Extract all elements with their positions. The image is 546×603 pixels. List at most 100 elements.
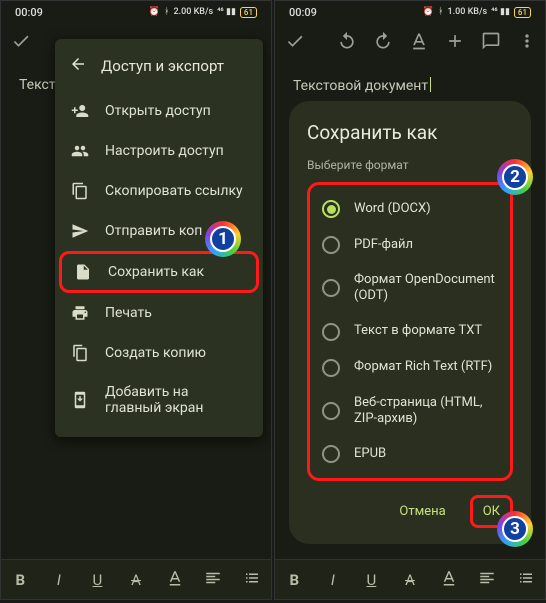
menu-item-add-home[interactable]: Добавить на главный экран: [55, 373, 263, 427]
menu-item-label: Добавить на главный экран: [105, 384, 247, 416]
battery-icon: 61: [240, 7, 257, 18]
status-icons: ⏰ ᚼ 1.00 KB/s ⁴⁶ ▮▮ 61: [423, 7, 531, 18]
radio-icon: [322, 323, 340, 341]
strike-button[interactable]: A: [121, 571, 151, 589]
cancel-button[interactable]: Отмена: [389, 498, 455, 525]
appbar: [275, 23, 545, 63]
add-icon[interactable]: [445, 31, 465, 55]
radio-icon: [322, 445, 340, 463]
signal-icon: ⁴⁶ ▮▮: [217, 7, 236, 17]
text-color-button[interactable]: [434, 569, 464, 591]
copy-icon: [71, 182, 89, 200]
dialog-title: Сохранить как: [307, 121, 513, 144]
statusbar: 00:09 ⏰ ᚼ 1.00 KB/s ⁴⁶ ▮▮ 61: [275, 1, 545, 23]
radio-option-docx[interactable]: Word (DOCX): [318, 191, 502, 227]
align-button[interactable]: [472, 569, 502, 591]
bold-button[interactable]: B: [5, 571, 35, 589]
align-button[interactable]: [198, 569, 228, 591]
menu-item-label: Открыть доступ: [105, 103, 211, 119]
radio-label: Веб-страница (HTML, ZIP-архив): [354, 395, 498, 428]
status-time: 00:09: [289, 6, 317, 19]
menu-item-copy-link[interactable]: Скопировать ссылку: [55, 171, 263, 211]
radio-icon: [322, 402, 340, 420]
radio-option-pdf[interactable]: PDF-файл: [318, 227, 502, 263]
radio-option-txt[interactable]: Текст в формате TXT: [318, 314, 502, 350]
person-add-icon: [71, 102, 89, 120]
radio-label: PDF-файл: [354, 237, 413, 253]
radio-icon: [322, 200, 340, 218]
more-icon[interactable]: [517, 31, 537, 55]
people-icon: [71, 142, 89, 160]
network-icon: 2.00 KB/s: [174, 7, 214, 17]
radio-icon: [322, 279, 340, 297]
text-format-icon[interactable]: [409, 31, 429, 55]
radio-label: EPUB: [354, 446, 386, 462]
statusbar: 00:09 ⏰ ᚼ 2.00 KB/s ⁴⁶ ▮▮ 61: [1, 1, 271, 23]
list-button[interactable]: [511, 569, 541, 591]
menu-header[interactable]: Доступ и экспорт: [55, 45, 263, 91]
save-as-dialog: Сохранить как Выберите формат Word (DOCX…: [289, 101, 531, 544]
radio-label: Word (DOCX): [354, 201, 431, 217]
list-button[interactable]: [237, 569, 267, 591]
radio-label: Формат Rich Text (RTF): [354, 359, 492, 375]
italic-button[interactable]: I: [44, 571, 74, 589]
callout-3: 3: [497, 511, 533, 547]
radio-icon: [322, 236, 340, 254]
radio-option-odt[interactable]: Формат OpenDocument (ODT): [318, 263, 502, 314]
callout-number: 3: [502, 516, 528, 542]
send-icon: [71, 222, 89, 240]
callout-number: 2: [502, 164, 528, 190]
callout-2: 2: [497, 159, 533, 195]
network-icon: 1.00 KB/s: [448, 7, 488, 17]
menu-item-label: Сохранить как: [108, 264, 204, 280]
alarm-icon: ⏰: [423, 7, 434, 17]
radio-icon: [322, 359, 340, 377]
menu-item-label: Скопировать ссылку: [105, 183, 243, 199]
callout-number: 1: [210, 226, 236, 252]
bluetooth-icon: ᚼ: [438, 7, 443, 17]
undo-icon[interactable]: [337, 31, 357, 55]
print-icon: [71, 304, 89, 322]
menu-item-make-copy[interactable]: Создать копию: [55, 333, 263, 373]
format-toolbar: B I U A: [1, 559, 271, 599]
dialog-subtitle: Выберите формат: [307, 158, 513, 172]
status-icons: ⏰ ᚼ 2.00 KB/s ⁴⁶ ▮▮ 61: [149, 7, 257, 18]
signal-icon: ⁴⁶ ▮▮: [491, 7, 510, 17]
underline-button[interactable]: U: [82, 571, 112, 589]
add-home-icon: [71, 391, 89, 409]
format-toolbar: B I U A: [275, 559, 545, 599]
italic-button[interactable]: I: [318, 571, 348, 589]
text-color-button[interactable]: [160, 569, 190, 591]
done-icon[interactable]: [285, 31, 305, 55]
radio-option-html[interactable]: Веб-страница (HTML, ZIP-архив): [318, 386, 502, 437]
status-time: 00:09: [15, 6, 43, 19]
menu-item-label: Отправить коп: [105, 223, 202, 239]
strike-button[interactable]: A: [395, 571, 425, 589]
radio-label: Текст в формате TXT: [354, 323, 482, 339]
back-icon[interactable]: [69, 55, 87, 77]
radio-option-rtf[interactable]: Формат Rich Text (RTF): [318, 350, 502, 386]
menu-item-save-as[interactable]: Сохранить как: [59, 251, 259, 293]
menu-item-manage-access[interactable]: Настроить доступ: [55, 131, 263, 171]
alarm-icon: ⏰: [149, 7, 160, 17]
phone-left: 00:09 ⏰ ᚼ 2.00 KB/s ⁴⁶ ▮▮ 61 Тексто Дост…: [0, 0, 272, 600]
redo-icon[interactable]: [373, 31, 393, 55]
menu-item-label: Настроить доступ: [105, 143, 224, 159]
file-copy-icon: [71, 344, 89, 362]
menu-item-print[interactable]: Печать: [55, 293, 263, 333]
bold-button[interactable]: B: [279, 571, 309, 589]
menu-item-label: Печать: [105, 305, 152, 321]
bluetooth-icon: ᚼ: [164, 7, 169, 17]
comment-icon[interactable]: [481, 31, 501, 55]
phone-right: 00:09 ⏰ ᚼ 1.00 KB/s ⁴⁶ ▮▮ 61 Текстовой д…: [274, 0, 546, 600]
done-icon[interactable]: [11, 31, 31, 55]
menu-header-label: Доступ и экспорт: [101, 57, 224, 75]
callout-1: 1: [205, 221, 241, 257]
menu-item-share[interactable]: Открыть доступ: [55, 91, 263, 131]
menu-item-label: Создать копию: [105, 345, 206, 361]
radio-option-epub[interactable]: EPUB: [318, 436, 502, 472]
battery-icon: 61: [514, 7, 531, 18]
file-icon: [74, 263, 92, 281]
underline-button[interactable]: U: [356, 571, 386, 589]
radio-label: Формат OpenDocument (ODT): [354, 272, 498, 305]
